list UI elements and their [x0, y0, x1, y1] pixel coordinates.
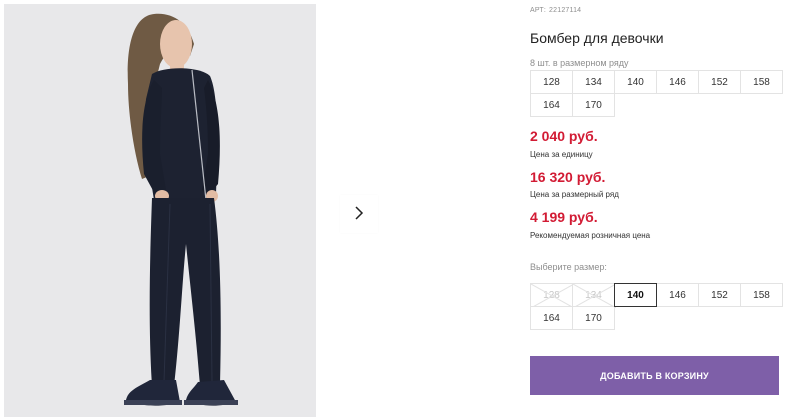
pack-size-cell: 152: [698, 70, 741, 94]
gallery-next-button[interactable]: [340, 195, 378, 233]
product-title: Бомбер для девочки: [530, 30, 664, 46]
sku-value: 22127114: [549, 7, 582, 14]
pack-label: 8 шт. в размерном ряду: [530, 58, 629, 68]
unit-price: 2 040 руб.: [530, 128, 598, 144]
pack-size-cell: 134: [572, 70, 615, 94]
size-select-label: Выберите размер:: [530, 262, 607, 272]
unit-price-label: Цена за единицу: [530, 150, 593, 159]
pack-price: 16 320 руб.: [530, 169, 606, 185]
size-option[interactable]: 170: [572, 306, 615, 330]
retail-price-label: Рекомендуемая розничная цена: [530, 231, 651, 240]
pack-size-cell: 146: [656, 70, 699, 94]
pack-price-label: Цена за размерный ряд: [530, 190, 619, 199]
pack-size-cell: 158: [740, 70, 783, 94]
pack-size-grid: 128 134 140 146 152 158 164 170: [530, 70, 783, 117]
size-option[interactable]: 158: [740, 283, 783, 307]
size-option-selected[interactable]: 140: [614, 283, 657, 307]
size-option[interactable]: 152: [698, 283, 741, 307]
unavailable-cross-icon: [573, 284, 616, 308]
product-photo: [4, 4, 316, 417]
pack-size-cell: 170: [572, 93, 615, 117]
chevron-right-icon: [353, 205, 365, 224]
size-option-disabled[interactable]: 128: [530, 283, 574, 308]
size-option[interactable]: 164: [530, 306, 573, 330]
pack-size-cell: 140: [614, 70, 657, 94]
sku: АРТ: 22127114: [530, 7, 581, 14]
size-selector: 128 134 140 146 152 158 164 170: [530, 283, 783, 330]
sku-label: АРТ:: [530, 7, 547, 14]
product-gallery: [0, 0, 500, 417]
unavailable-cross-icon: [531, 284, 574, 308]
add-to-cart-button[interactable]: ДОБАВИТЬ В КОРЗИНУ: [530, 356, 779, 395]
pack-size-cell: 164: [530, 93, 573, 117]
retail-price: 4 199 руб.: [530, 209, 598, 225]
product-photo-image: [4, 4, 316, 417]
pack-size-cell: 128: [530, 70, 573, 94]
product-info: АРТ: 22127114 Бомбер для девочки 8 шт. в …: [530, 0, 800, 417]
size-option[interactable]: 146: [656, 283, 699, 307]
size-option-disabled[interactable]: 134: [572, 283, 616, 308]
